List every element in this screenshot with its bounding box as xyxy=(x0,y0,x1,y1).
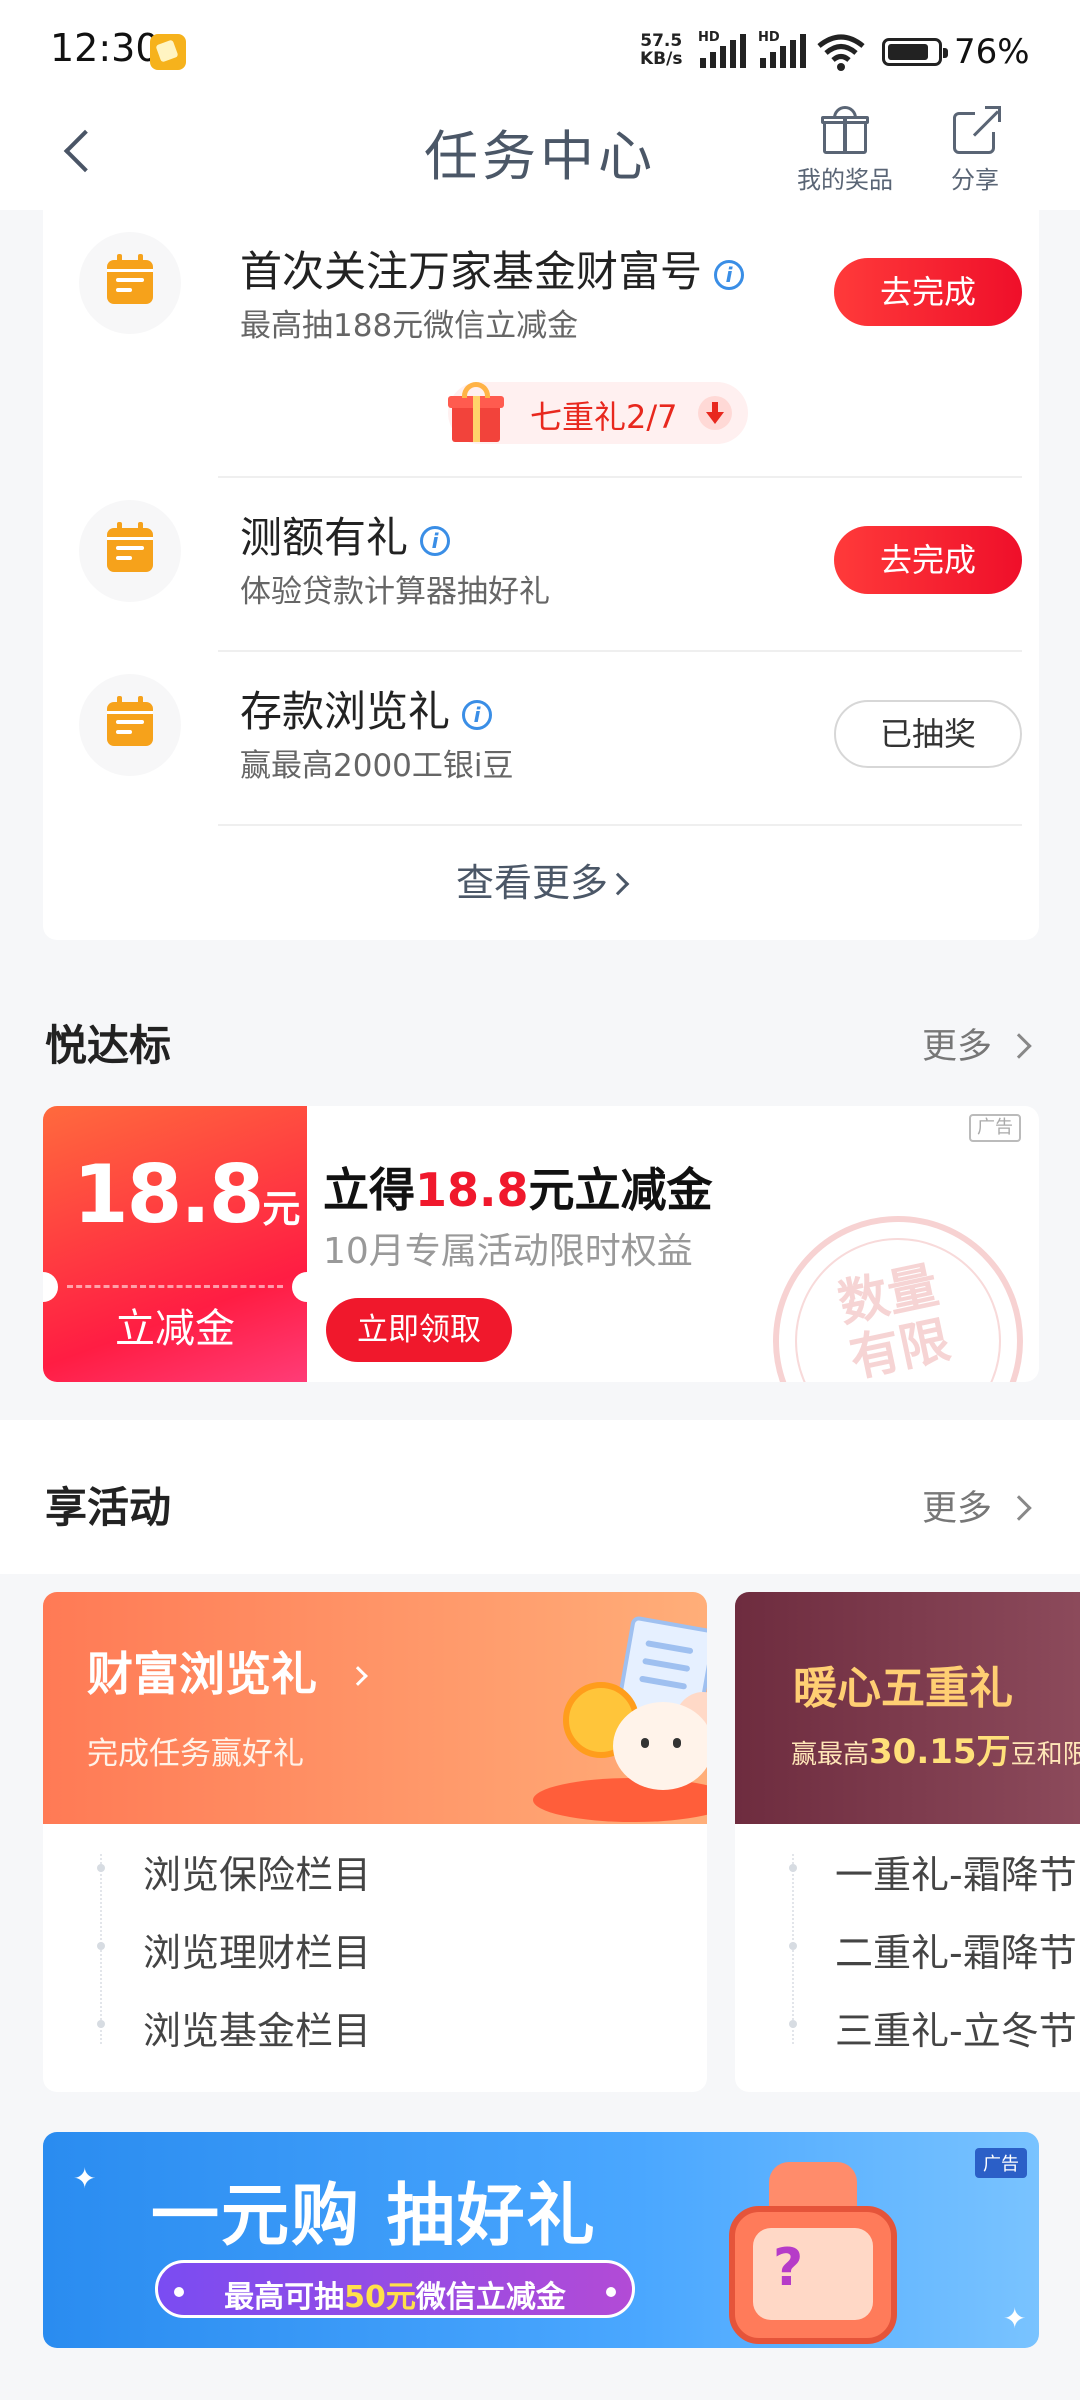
activity-subtitle: 赢最高30.15万豆和限 xyxy=(791,1732,1080,1772)
activity-title: 暖心五重礼 xyxy=(793,1663,1013,1714)
activity-card-five-gifts[interactable]: 暖心五重礼 赢最高30.15万豆和限 一重礼-霜降节 二重礼-霜降节 三重礼-立… xyxy=(735,1592,1080,2092)
task-subtitle: 最高抽188元微信立减金 xyxy=(240,308,579,344)
network-speed: 57.5 KB/s xyxy=(640,31,683,69)
status-time: 12:30 xyxy=(50,26,160,70)
activity-banner: 财富浏览礼 完成任务赢好礼 xyxy=(43,1592,707,1824)
divider xyxy=(218,650,1022,652)
battery-level: 76% xyxy=(954,32,1030,72)
go-complete-button[interactable]: 去完成 xyxy=(834,258,1022,326)
list-item[interactable]: 浏览理财栏目 xyxy=(143,1922,371,1977)
more-link[interactable]: 更多 xyxy=(922,1018,1032,1069)
already-drawn-button[interactable]: 已抽奖 xyxy=(834,700,1022,768)
chevron-right-icon xyxy=(1006,1033,1032,1059)
calendar-icon xyxy=(79,232,181,334)
coupon-kind: 立减金 xyxy=(115,1306,235,1352)
ad-badge: 广告 xyxy=(975,2148,1027,2178)
coupon-ad-card[interactable]: 18.8元 立减金 数量有限 立得18.8元立减金 10月专属活动限时权益 立即… xyxy=(43,1106,1039,1382)
chevron-right-icon xyxy=(1006,1495,1032,1521)
seven-gift-expand[interactable]: 七重礼2/7 xyxy=(448,382,748,444)
info-icon[interactable]: i xyxy=(714,259,745,290)
see-more-link[interactable]: 查看更多 xyxy=(43,852,1039,907)
page-title: 任务中心 xyxy=(424,125,656,188)
ad-subtitle: 10月专属活动限时权益 xyxy=(323,1231,693,1272)
banner-pill: 最高可抽50元微信立减金 xyxy=(155,2260,635,2318)
battery-icon xyxy=(882,38,948,66)
notes-app-icon xyxy=(150,34,186,70)
banner-title: 一元购 抽好礼 xyxy=(151,2177,597,2256)
task-title: 测额有礼 i xyxy=(240,504,451,565)
header-bar: 任务中心 我的奖品 分享 xyxy=(0,96,1080,210)
seven-gift-label: 七重礼2/7 xyxy=(530,398,678,436)
activity-card-wealth-browse[interactable]: 财富浏览礼 完成任务赢好礼 浏览保险栏目 浏览理财栏目 浏览基金栏目 xyxy=(43,1592,707,2092)
status-bar: 12:30 57.5 KB/s HD HD 76% xyxy=(0,0,1080,96)
go-complete-button[interactable]: 去完成 xyxy=(834,526,1022,594)
gift-icon xyxy=(819,104,871,156)
list-item[interactable]: 三重礼-立冬节 xyxy=(835,2000,1077,2055)
my-prizes-label: 我的奖品 xyxy=(797,166,893,194)
task-title: 首次关注万家基金财富号 i xyxy=(240,238,745,299)
divider xyxy=(218,476,1022,478)
calendar-icon xyxy=(79,500,181,602)
info-icon[interactable]: i xyxy=(462,699,493,730)
list-item[interactable]: 一重礼-霜降节 xyxy=(835,1844,1077,1899)
activity-subtitle: 完成任务赢好礼 xyxy=(87,1736,304,1772)
wifi-icon xyxy=(816,32,866,72)
chevron-right-icon xyxy=(348,1665,368,1686)
elephant-mascot-icon xyxy=(523,1615,707,1822)
task-subtitle: 体验贷款计算器抽好礼 xyxy=(240,574,550,610)
task-subtitle: 赢最高2000工银i豆 xyxy=(240,748,514,784)
activity-title: 财富浏览礼 xyxy=(87,1638,368,1704)
section-title: 悦达标 xyxy=(45,1021,172,1070)
task-list-card: 首次关注万家基金财富号 i 最高抽188元微信立减金 去完成 七重礼2/7 测额有… xyxy=(43,210,1039,940)
sparkle-icon: ✦ xyxy=(1003,2302,1027,2335)
list-item[interactable]: 二重礼-霜降节 xyxy=(835,1922,1077,1977)
list-item[interactable]: 浏览保险栏目 xyxy=(143,1844,371,1899)
signal-strength-icon: HD xyxy=(696,30,748,70)
coupon-amount: 18.8元 xyxy=(73,1148,301,1241)
section-header-yuedabiao: 悦达标 更多 xyxy=(0,988,1080,1088)
prize-machine-icon: ? xyxy=(713,2154,913,2344)
ad-title: 立得18.8元立减金 xyxy=(323,1163,713,1217)
section-title: 享活动 xyxy=(45,1483,172,1532)
chevron-right-icon xyxy=(606,872,630,895)
limited-stamp: 数量有限 xyxy=(773,1216,1023,1382)
sparkle-icon: ✦ xyxy=(73,2162,97,2195)
gift-box-icon xyxy=(446,380,506,444)
claim-now-button[interactable]: 立即领取 xyxy=(326,1298,512,1362)
list-item[interactable]: 浏览基金栏目 xyxy=(143,2000,371,2055)
signal-strength-icon-2: HD xyxy=(756,30,808,70)
arrow-down-icon xyxy=(698,396,732,430)
my-prizes-button[interactable]: 我的奖品 xyxy=(790,104,900,195)
one-yuan-purchase-banner[interactable]: ✦ ✦ 一元购 抽好礼 最高可抽50元微信立减金 ? 广告 xyxy=(43,2132,1039,2348)
share-label: 分享 xyxy=(951,166,999,194)
task-title: 存款浏览礼 i xyxy=(240,678,493,739)
share-icon xyxy=(949,104,1001,156)
ad-badge: 广告 xyxy=(969,1114,1021,1142)
section-header-activities: 享活动 更多 xyxy=(0,1420,1080,1574)
info-icon[interactable]: i xyxy=(420,525,451,556)
activity-banner: 暖心五重礼 赢最高30.15万豆和限 xyxy=(735,1592,1080,1824)
divider xyxy=(218,824,1022,826)
share-button[interactable]: 分享 xyxy=(945,104,1005,195)
calendar-icon xyxy=(79,674,181,776)
more-link[interactable]: 更多 xyxy=(922,1480,1032,1531)
coupon: 18.8元 立减金 xyxy=(43,1106,322,1382)
